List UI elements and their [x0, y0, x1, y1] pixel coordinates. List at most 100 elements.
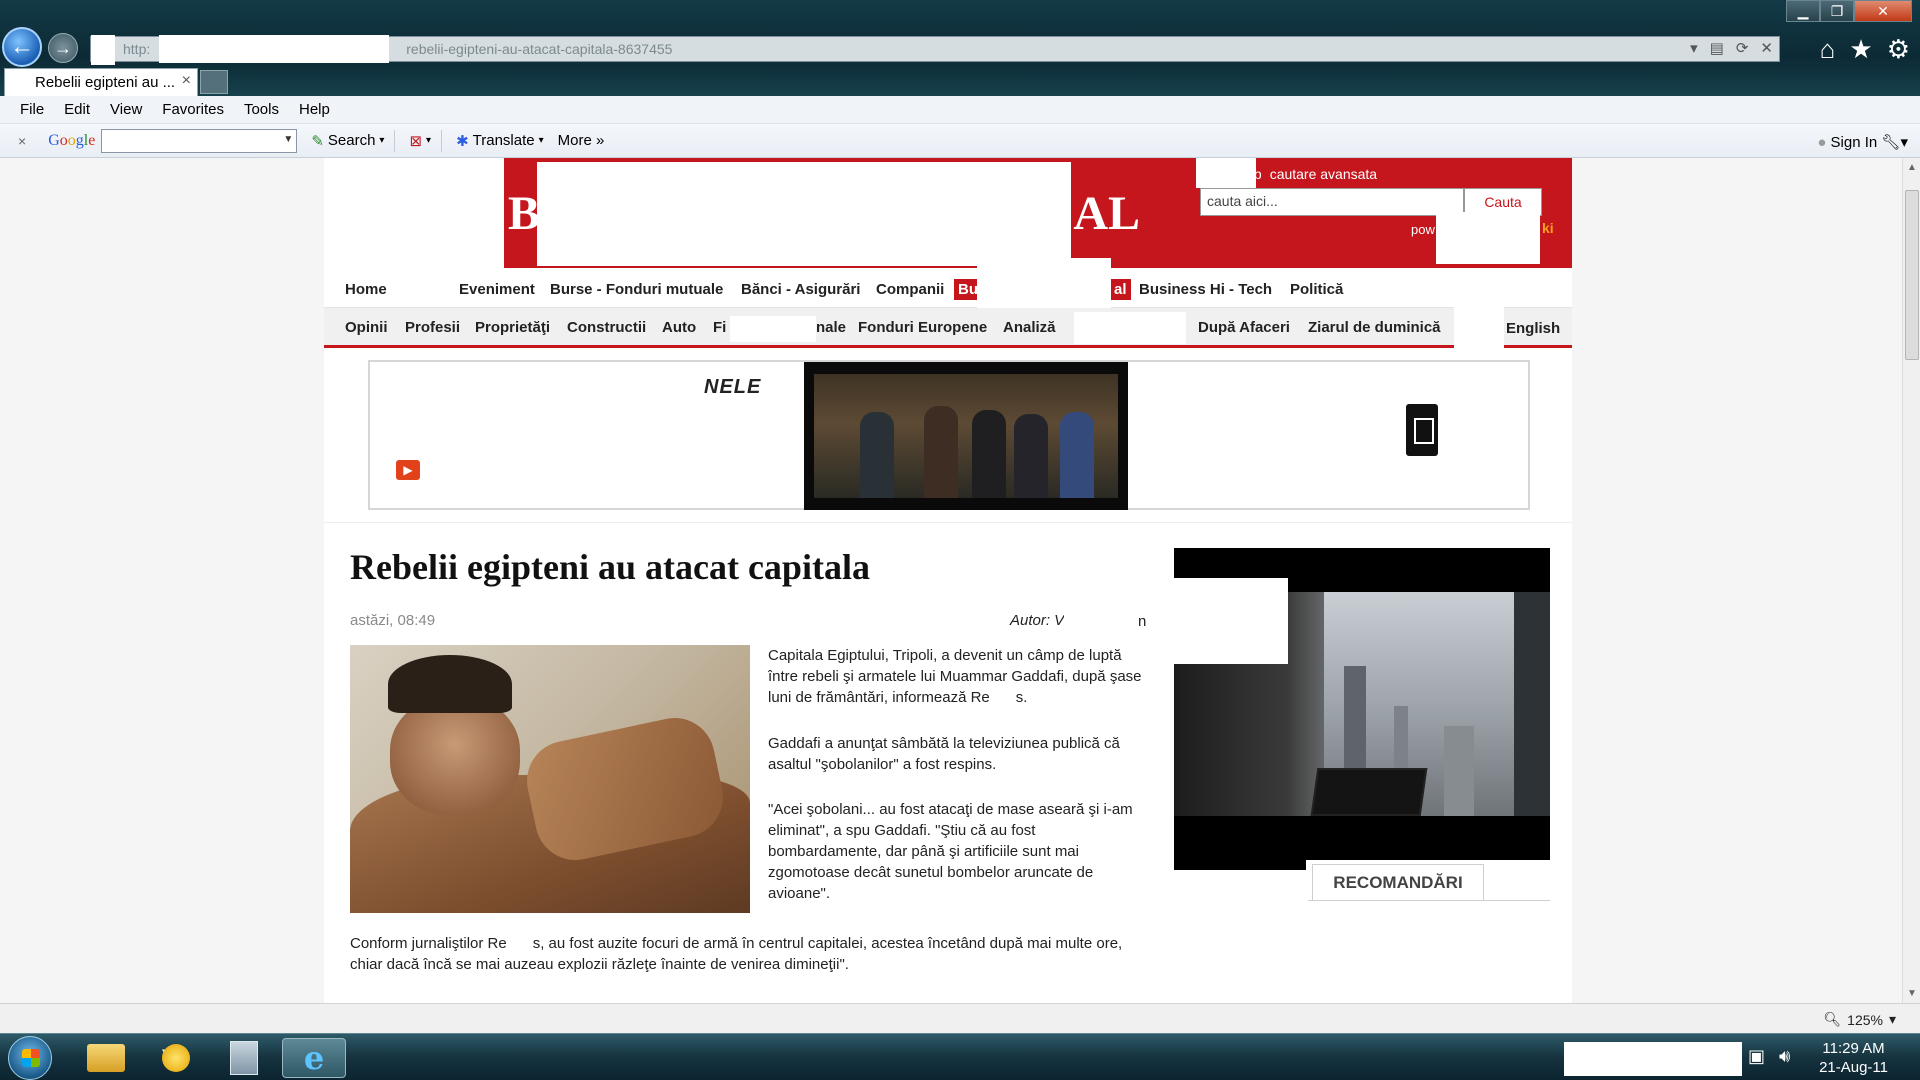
tab-close-icon[interactable]: ×: [182, 72, 191, 90]
stop-icon[interactable]: ✕: [1760, 39, 1773, 57]
nav-proprietati[interactable]: Proprietăţi: [475, 319, 550, 336]
nav-companii[interactable]: Companii: [876, 281, 944, 298]
logo-left-letter: B: [508, 186, 541, 240]
internet-explorer-icon[interactable]: e: [282, 1038, 346, 1078]
folder-icon[interactable]: [76, 1038, 136, 1078]
system-clock[interactable]: 11:29 AM 21-Aug-11: [1819, 1039, 1888, 1077]
home-icon[interactable]: ⌂: [1820, 34, 1836, 65]
redacted-logo-block: [537, 162, 1071, 266]
article-photo: [350, 645, 750, 913]
nav-partial-nale[interactable]: nale: [816, 319, 846, 336]
scene-figure: [860, 412, 894, 498]
menu-file[interactable]: File: [10, 101, 54, 118]
play-icon[interactable]: ▶: [396, 460, 420, 480]
photo-hat: [388, 655, 512, 713]
google-search-input[interactable]: [101, 128, 298, 153]
scroll-down-icon[interactable]: ▼: [1907, 988, 1917, 999]
powered-by-tail: ki: [1542, 220, 1554, 236]
nav-auto[interactable]: Auto: [662, 319, 696, 336]
dropdown-arrow-icon[interactable]: ▾: [1690, 39, 1698, 57]
close-window-button[interactable]: ✕: [1854, 0, 1912, 22]
nav-banci[interactable]: Bănci - Asigurări: [741, 281, 860, 298]
new-tab-button[interactable]: [200, 70, 228, 94]
nav-english[interactable]: English: [1506, 320, 1560, 337]
popup-blocker-button[interactable]: ⊠ ▾: [409, 132, 431, 150]
nav-partial-al[interactable]: al: [1110, 279, 1131, 300]
redacted-block: [1064, 608, 1136, 632]
tab-active[interactable]: Rebelii egipteni au ... ×: [4, 68, 198, 96]
arrow-right-icon: →: [54, 37, 72, 58]
redacted-block: [1436, 212, 1540, 264]
sidebar-ad-tablet: [1310, 768, 1428, 816]
refresh-icon[interactable]: ⟳: [1736, 39, 1749, 57]
nav-politica[interactable]: Politică: [1290, 281, 1343, 298]
google-logo: Google: [48, 131, 96, 149]
page-viewport: B AL web cautare avansata cauta aici... …: [0, 158, 1902, 1003]
nav-finante-partial[interactable]: Fi: [713, 319, 726, 336]
arrow-left-icon: ←: [10, 33, 34, 60]
wrench-icon[interactable]: 🔧︎▾: [1881, 134, 1908, 151]
redacted-block: [977, 258, 1111, 308]
nav-ziarul-de-duminica[interactable]: Ziarul de duminică: [1308, 319, 1441, 336]
volume-icon[interactable]: 🔊︎: [1779, 1046, 1790, 1067]
yahoo-messenger-icon[interactable]: Y: [146, 1038, 206, 1078]
article-author: Autor: V: [1010, 612, 1065, 629]
banner-video-frame[interactable]: [804, 362, 1128, 510]
address-bar[interactable]: http: rebelii-egipteni-au-atacat-capital…: [90, 35, 1780, 65]
zoom-control[interactable]: 🔍︎ 125% ▾: [1823, 1011, 1896, 1028]
tab-recomandari[interactable]: RECOMANDĂRI: [1312, 864, 1484, 900]
network-icon[interactable]: ▣: [1748, 1046, 1765, 1067]
menu-favorites[interactable]: Favorites: [152, 101, 234, 118]
vertical-scrollbar[interactable]: ▲ ▼: [1902, 158, 1920, 1003]
scroll-up-icon[interactable]: ▲: [1907, 162, 1917, 173]
site-search-input[interactable]: cauta aici...: [1200, 188, 1464, 216]
menu-bar: File Edit View Favorites Tools Help: [0, 96, 1920, 124]
chevron-down-icon: ▾: [1888, 1011, 1896, 1027]
article-paragraph: Conform jurnaliştilor Re s, au fost auzit…: [350, 935, 1123, 973]
toolbar-divider: [441, 129, 443, 152]
gear-icon[interactable]: ⚙: [1887, 34, 1910, 65]
nav-fonduri-europene[interactable]: Fonduri Europene: [858, 319, 987, 336]
translate-button[interactable]: ✱ Translate ▾: [456, 132, 544, 150]
redacted-block: [1174, 578, 1288, 664]
nav-opinii[interactable]: Opinii: [345, 319, 388, 336]
scroll-thumb[interactable]: [1905, 190, 1919, 360]
nav-dupa-afaceri[interactable]: După Afaceri: [1198, 319, 1290, 336]
back-button[interactable]: ←: [2, 27, 42, 67]
compatibility-view-icon[interactable]: ▤: [1710, 39, 1724, 57]
toolbar-close-icon[interactable]: ×: [18, 133, 26, 149]
photo-face: [390, 697, 520, 815]
redacted-url-block: [159, 35, 389, 63]
menu-view[interactable]: View: [100, 101, 152, 118]
nav-eveniment[interactable]: Eveniment: [459, 281, 535, 298]
nav-burse[interactable]: Burse - Fonduri mutuale: [550, 281, 723, 298]
user-icon: ●: [1817, 134, 1827, 151]
forward-button[interactable]: →: [48, 33, 78, 63]
address-tools: ▾ ▤ ⟳ ✕: [1690, 39, 1773, 57]
advanced-search-link[interactable]: cautare avansata: [1270, 166, 1377, 182]
nav-profesii[interactable]: Profesii: [405, 319, 460, 336]
system-tray: ▣ 🔊︎: [1748, 1046, 1790, 1067]
status-bar: 🔍︎ 125% ▾: [0, 1003, 1920, 1033]
minimize-button[interactable]: ▁: [1786, 0, 1820, 22]
restore-button[interactable]: ❐: [1820, 0, 1854, 22]
nav-business-hitech[interactable]: Business Hi - Tech: [1139, 281, 1272, 298]
primary-nav: Home Eveniment Burse - Fonduri mutuale B…: [324, 268, 1572, 308]
menu-tools[interactable]: Tools: [234, 101, 289, 118]
redacted-block: [1454, 298, 1504, 362]
favorites-star-icon[interactable]: ★: [1849, 34, 1872, 65]
clock-time: 11:29 AM: [1822, 1040, 1885, 1057]
popup-blocker-icon: ⊠: [409, 132, 423, 150]
more-button[interactable]: More »: [558, 132, 605, 149]
nav-analiza[interactable]: Analiză: [1003, 319, 1056, 336]
city-tower: [1514, 592, 1550, 816]
calculator-icon[interactable]: [214, 1038, 274, 1078]
banner-ad[interactable]: NELE ▶: [368, 360, 1530, 510]
google-search-button[interactable]: ✎ Search ▾: [311, 132, 384, 150]
sign-in-button[interactable]: ● Sign In 🔧︎▾: [1817, 133, 1908, 151]
nav-constructii[interactable]: Constructii: [567, 319, 646, 336]
menu-edit[interactable]: Edit: [54, 101, 100, 118]
menu-help[interactable]: Help: [289, 101, 340, 118]
nav-home[interactable]: Home: [345, 281, 387, 298]
start-button[interactable]: [8, 1036, 52, 1080]
